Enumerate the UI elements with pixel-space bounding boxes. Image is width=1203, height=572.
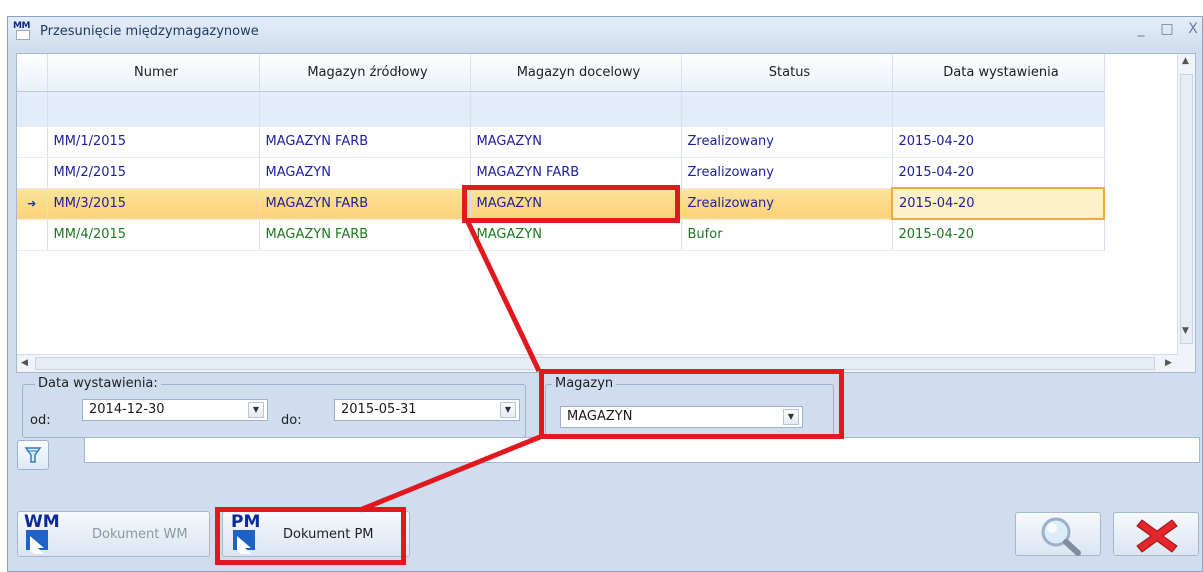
annotation-lines (359, 220, 542, 513)
